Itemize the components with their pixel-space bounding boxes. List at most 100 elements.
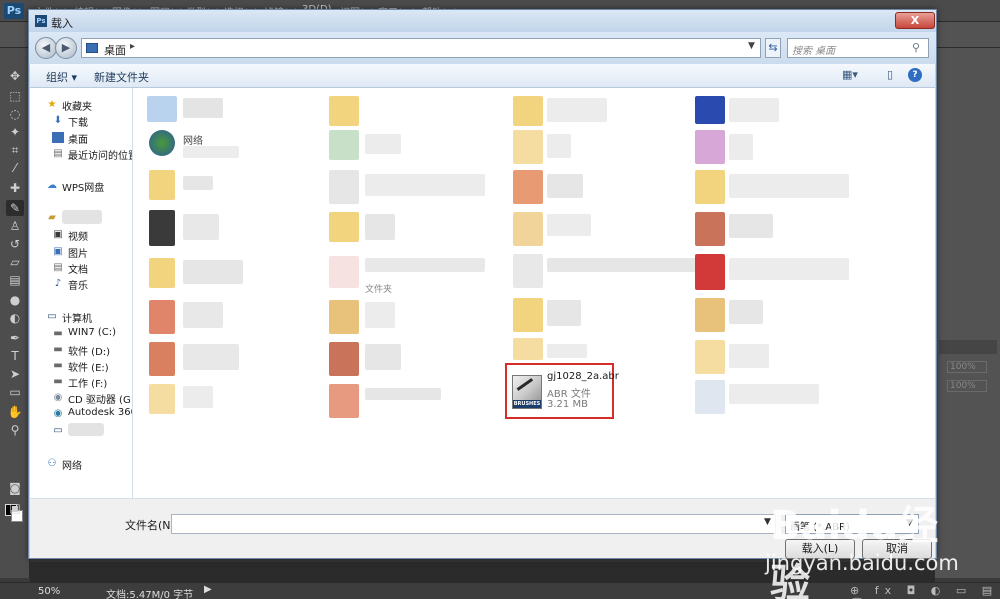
dodge-tool-icon[interactable]: ◐ (6, 310, 24, 326)
zoom-level[interactable]: 50% (38, 586, 60, 597)
nav-drive-g[interactable]: CD 驱动器 (G:) I (68, 391, 132, 406)
nav-wps-drive[interactable]: WPS网盘 (62, 179, 104, 194)
screen-mode-icon[interactable]: ▣ (6, 500, 24, 516)
folder-icon[interactable] (513, 130, 543, 164)
quick-mask-icon[interactable]: ◙ (6, 480, 24, 496)
nav-music[interactable]: 音乐 (68, 277, 88, 292)
nav-pictures[interactable]: 图片 (68, 245, 88, 260)
blurred-file-icon[interactable] (149, 210, 175, 246)
blurred-file-icon[interactable] (329, 130, 359, 160)
download-icon: ⬇ (53, 115, 63, 126)
network-globe-icon[interactable] (149, 130, 175, 156)
folder-icon[interactable] (695, 170, 725, 204)
folder-icon[interactable] (149, 342, 175, 376)
view-options-icon[interactable]: ▦▾ (842, 68, 858, 82)
crop-tool-icon[interactable]: ⌗ (6, 142, 24, 158)
folder-icon[interactable] (329, 96, 359, 126)
folder-icon[interactable] (513, 298, 543, 332)
close-button[interactable]: X (895, 12, 935, 29)
blurred-file-name (365, 214, 395, 240)
folder-icon[interactable] (149, 300, 175, 334)
blurred-file-icon[interactable] (147, 96, 177, 122)
fill-field[interactable]: 100% (947, 380, 987, 392)
lasso-tool-icon[interactable]: ◌ (6, 106, 24, 122)
status-menu-arrow-icon[interactable]: ▶ (204, 584, 212, 595)
folder-icon[interactable] (329, 342, 359, 376)
blurred-file-name (729, 214, 773, 238)
organize-button[interactable]: 组织 ▾ (46, 69, 77, 85)
nav-drive-e[interactable]: 软件 (E:) (68, 359, 109, 374)
history-brush-tool-icon[interactable]: ↺ (6, 236, 24, 252)
folder-icon[interactable] (149, 384, 175, 414)
new-folder-button[interactable]: 新建文件夹 (94, 69, 149, 85)
blurred-file-icon[interactable] (695, 380, 725, 414)
folder-icon[interactable] (513, 338, 543, 360)
blurred-file-icon[interactable] (695, 130, 725, 164)
blur-tool-icon[interactable]: ● (6, 292, 24, 308)
pen-tool-icon[interactable]: ✒ (6, 330, 24, 346)
blurred-file-icon[interactable] (695, 254, 725, 290)
nav-network[interactable]: 网络 (62, 457, 82, 472)
eyedropper-tool-icon[interactable]: ⁄ (6, 160, 24, 176)
eraser-tool-icon[interactable]: ▱ (6, 254, 24, 270)
nav-drive-c[interactable]: WIN7 (C:) (68, 327, 116, 338)
nav-autodesk-360[interactable]: Autodesk 360 (68, 407, 132, 418)
blurred-file-icon[interactable] (695, 96, 725, 124)
refresh-button[interactable]: ⇆ (765, 38, 781, 58)
folder-icon[interactable] (695, 340, 725, 374)
nav-recent[interactable]: 最近访问的位置 (68, 147, 132, 162)
blurred-file-icon[interactable] (329, 256, 359, 288)
blurred-file-name (547, 344, 587, 358)
nav-computer[interactable]: 计算机 (62, 310, 92, 325)
blurred-file-icon[interactable] (513, 254, 543, 288)
navigation-pane: ★ 收藏夹 ⬇ 下载 桌面 ▤ 最近访问的位置 ☁ WPS网盘 ▰ ▣ 视频 ▣… (30, 88, 133, 498)
nav-drive-d[interactable]: 软件 (D:) (68, 343, 110, 358)
nav-desktop[interactable]: 桌面 (68, 131, 88, 146)
brush-tool-icon[interactable]: ✎ (6, 200, 24, 216)
nav-videos[interactable]: 视频 (68, 228, 88, 243)
forward-button[interactable]: ▶ (55, 37, 77, 59)
folder-icon[interactable] (695, 212, 725, 246)
filename-input[interactable] (171, 514, 776, 534)
folder-icon[interactable] (329, 384, 359, 418)
nav-documents[interactable]: 文档 (68, 261, 88, 276)
help-icon[interactable]: ? (908, 68, 922, 82)
type-tool-icon[interactable]: T (6, 348, 24, 364)
folder-icon[interactable] (149, 170, 175, 200)
blurred-file-icon[interactable] (329, 170, 359, 204)
folder-icon[interactable] (329, 300, 359, 334)
opacity-field[interactable]: 100% (947, 361, 987, 373)
blurred-file-name (729, 258, 849, 280)
nav-favorites[interactable]: 收藏夹 (62, 98, 92, 113)
hand-tool-icon[interactable]: ✋ (6, 404, 24, 420)
shape-tool-icon[interactable]: ▭ (6, 384, 24, 400)
nav-drive-f[interactable]: 工作 (F:) (68, 375, 107, 390)
gradient-tool-icon[interactable]: ▤ (6, 272, 24, 288)
search-input[interactable]: 搜索 桌面 ⚲ (787, 38, 929, 58)
path-selection-tool-icon[interactable]: ➤ (6, 366, 24, 382)
brush-file-icon: BRUSHES (512, 375, 542, 409)
blurred-file-name (729, 300, 763, 324)
clone-stamp-tool-icon[interactable]: ♙ (6, 218, 24, 234)
marquee-tool-icon[interactable]: ⬚ (6, 88, 24, 104)
dialog-titlebar[interactable]: Ps 载入 X (29, 10, 936, 32)
back-button[interactable]: ◀ (35, 37, 57, 59)
magic-wand-tool-icon[interactable]: ✦ (6, 124, 24, 140)
breadcrumb-chevron-icon[interactable]: ▸ (130, 41, 135, 52)
move-tool-icon[interactable]: ✥ (6, 68, 24, 84)
address-bar[interactable]: 桌面 ▸ ▼ (81, 38, 761, 58)
healing-brush-tool-icon[interactable]: ✚ (6, 180, 24, 196)
folder-icon[interactable] (513, 96, 543, 126)
folder-icon[interactable] (513, 212, 543, 246)
search-icon[interactable]: ⚲ (912, 41, 920, 54)
folder-icon[interactable] (513, 170, 543, 204)
address-dropdown-icon[interactable]: ▼ (748, 41, 755, 51)
folder-icon[interactable] (329, 212, 359, 242)
preview-pane-icon[interactable]: ▯ (882, 68, 898, 82)
nav-downloads[interactable]: 下载 (68, 114, 88, 129)
zoom-tool-icon[interactable]: ⚲ (6, 422, 24, 438)
folder-icon[interactable] (149, 258, 175, 288)
selected-abr-file[interactable]: BRUSHES gj1028_2a.abr ABR 文件 3.21 MB (505, 363, 619, 419)
folder-icon[interactable] (695, 298, 725, 332)
address-path[interactable]: 桌面 (104, 42, 126, 58)
